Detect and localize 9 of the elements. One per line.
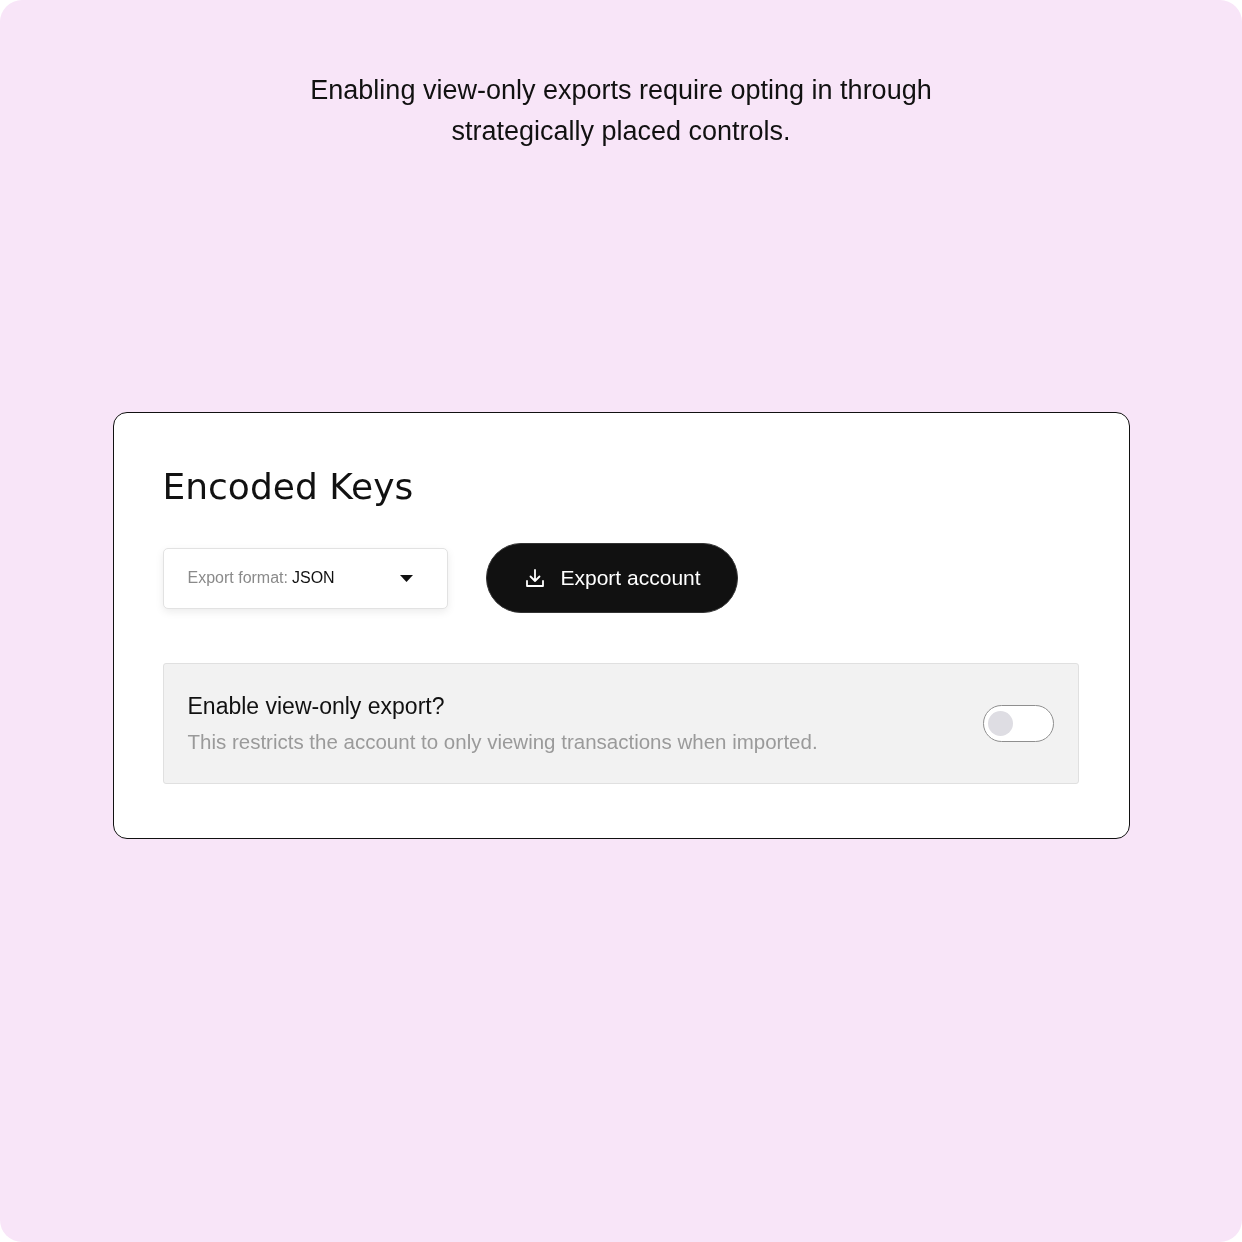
download-icon: [524, 568, 545, 588]
option-title: Enable view-only export?: [187, 693, 445, 720]
option-description: This restricts the account to only viewing transactions when imported.: [187, 730, 818, 754]
view-only-toggle[interactable]: [982, 705, 1054, 742]
export-button[interactable]: Export account: [485, 543, 738, 613]
format-dropdown[interactable]: Export format: JSON: [162, 547, 448, 609]
card-title: Encoded Keys: [162, 465, 414, 509]
caption-text: Enabling view-only exports require opting in through strategically placed controls.: [309, 74, 933, 148]
caret-icon: [399, 574, 413, 582]
